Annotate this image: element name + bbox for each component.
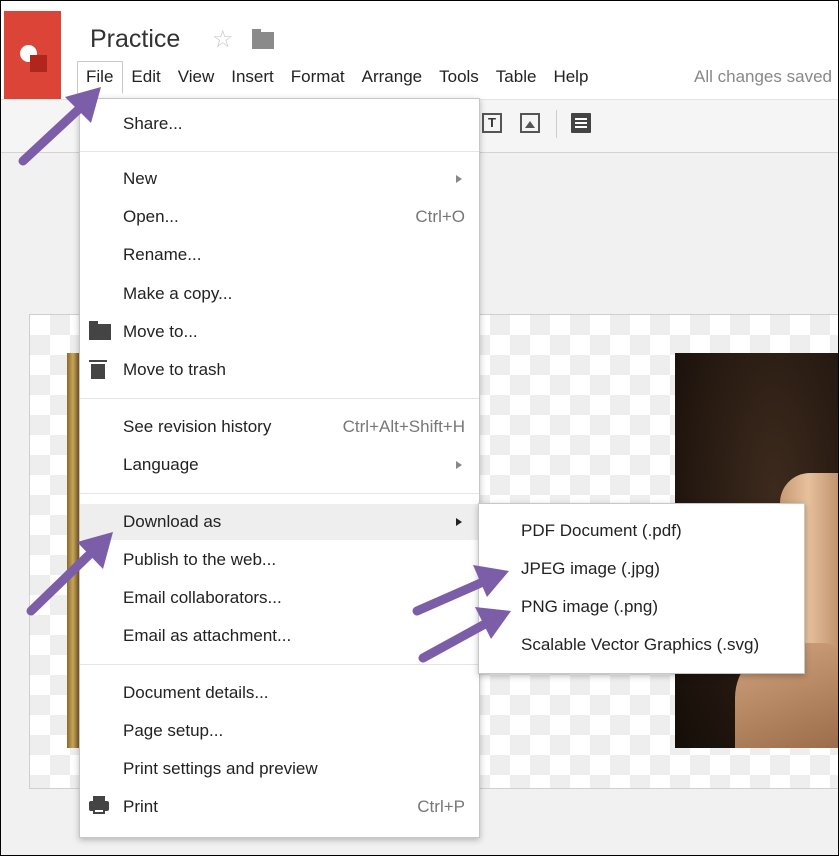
shortcut-label: Ctrl+O	[415, 207, 465, 226]
menu-item-label: PNG image (.png)	[521, 597, 658, 616]
trash-icon	[89, 360, 107, 379]
logo-square	[30, 55, 47, 72]
menu-item-move-to[interactable]: Move to...	[80, 314, 479, 350]
submenu-arrow-icon	[456, 518, 462, 526]
menu-item-publish[interactable]: Publish to the web...	[80, 542, 479, 578]
menu-help[interactable]: Help	[545, 61, 597, 93]
shortcut-label: Ctrl+Alt+Shift+H	[342, 417, 465, 436]
menubar: File Edit View Insert Format Arrange Too…	[77, 61, 597, 94]
menu-item-email-collaborators[interactable]: Email collaborators...	[80, 580, 479, 616]
picture-frame-edge[interactable]	[67, 353, 79, 748]
menu-item-label: Download as	[123, 512, 222, 531]
menu-item-label: Document details...	[123, 683, 269, 702]
menu-item-email-attachment[interactable]: Email as attachment...	[80, 618, 479, 654]
folder-icon	[89, 321, 111, 340]
menu-item-label: New	[123, 169, 158, 188]
menu-item-label: Print	[123, 797, 158, 816]
menu-item-label: Email as attachment...	[123, 626, 292, 645]
doc-title[interactable]: Practice	[90, 25, 180, 54]
menu-edit[interactable]: Edit	[123, 61, 169, 93]
menu-item-label: Scalable Vector Graphics (.svg)	[521, 635, 760, 654]
menu-item-share[interactable]: Share...	[80, 106, 479, 142]
menu-item-label: Rename...	[123, 245, 202, 264]
menu-item-open[interactable]: Open... Ctrl+O	[80, 199, 479, 235]
menu-item-document-details[interactable]: Document details...	[80, 675, 479, 711]
menu-item-language[interactable]: Language	[80, 447, 479, 483]
menu-item-rename[interactable]: Rename...	[80, 237, 479, 273]
menu-item-label: JPEG image (.jpg)	[521, 559, 660, 578]
printer-icon	[89, 796, 109, 814]
menu-item-print[interactable]: Print Ctrl+P	[80, 789, 479, 825]
menu-item-label: Page setup...	[123, 721, 224, 740]
menu-item-label: Open...	[123, 207, 179, 226]
menu-item-label: Share...	[123, 114, 183, 133]
menu-divider	[80, 398, 479, 399]
file-menu: Share... New Open... Ctrl+O Rename... Ma…	[79, 98, 480, 838]
menu-divider	[80, 151, 479, 152]
menu-divider	[80, 493, 479, 494]
menu-item-download-as[interactable]: Download as	[80, 504, 479, 540]
menu-item-label: See revision history	[123, 417, 272, 436]
download-svg[interactable]: Scalable Vector Graphics (.svg)	[479, 627, 804, 663]
submenu-arrow-icon	[456, 175, 462, 183]
text-box-icon[interactable]: T	[482, 113, 502, 133]
menu-insert[interactable]: Insert	[223, 61, 283, 93]
header: Practice ☆ File Edit View Insert Format …	[1, 1, 838, 99]
menu-item-move-to-trash[interactable]: Move to trash	[80, 352, 479, 388]
star-icon[interactable]: ☆	[212, 25, 234, 55]
folder-icon[interactable]	[252, 29, 274, 49]
menu-item-label: Language	[123, 455, 199, 474]
download-submenu: PDF Document (.pdf) JPEG image (.jpg) PN…	[478, 503, 805, 674]
menu-item-label: Email collaborators...	[123, 588, 282, 607]
menu-format[interactable]: Format	[283, 61, 354, 93]
image-icon[interactable]	[520, 113, 540, 133]
shortcut-label: Ctrl+P	[417, 797, 465, 816]
drawings-logo-icon[interactable]	[4, 11, 61, 99]
comment-icon[interactable]	[571, 113, 591, 133]
menu-tools[interactable]: Tools	[431, 61, 488, 93]
menu-item-page-setup[interactable]: Page setup...	[80, 713, 479, 749]
toolbar-divider	[556, 110, 557, 138]
download-pdf[interactable]: PDF Document (.pdf)	[479, 513, 804, 549]
menu-file[interactable]: File	[77, 61, 124, 94]
download-png[interactable]: PNG image (.png)	[479, 589, 804, 625]
menu-item-revision-history[interactable]: See revision history Ctrl+Alt+Shift+H	[80, 409, 479, 445]
menu-arrange[interactable]: Arrange	[354, 61, 431, 93]
menu-item-new[interactable]: New	[80, 161, 479, 197]
submenu-arrow-icon	[456, 461, 462, 469]
menu-view[interactable]: View	[170, 61, 224, 93]
menu-table[interactable]: Table	[488, 61, 546, 93]
download-jpg[interactable]: JPEG image (.jpg)	[479, 551, 804, 587]
menu-item-make-copy[interactable]: Make a copy...	[80, 276, 479, 312]
menu-item-print-settings[interactable]: Print settings and preview	[80, 751, 479, 787]
menu-item-label: Print settings and preview	[123, 759, 318, 778]
menu-item-label: Make a copy...	[123, 284, 233, 303]
save-status: All changes saved	[694, 67, 832, 86]
menu-item-label: Move to trash	[123, 360, 226, 379]
menu-divider	[80, 664, 479, 665]
menu-item-label: Move to...	[123, 322, 198, 341]
menu-item-label: Publish to the web...	[123, 550, 277, 569]
app-window: Practice ☆ File Edit View Insert Format …	[0, 0, 839, 856]
menu-item-label: PDF Document (.pdf)	[521, 521, 682, 540]
